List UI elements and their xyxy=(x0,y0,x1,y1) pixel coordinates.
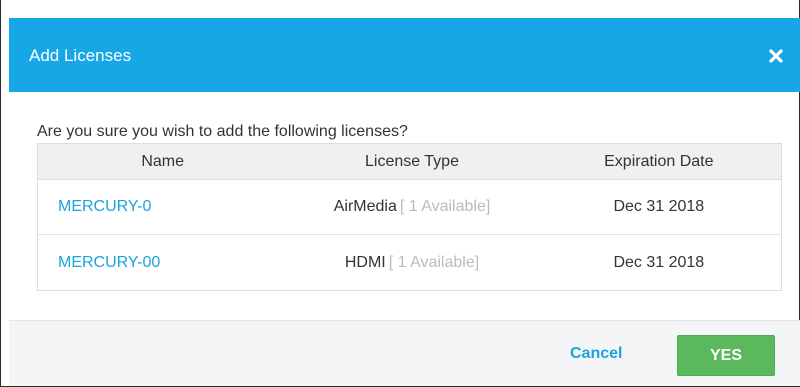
confirmation-prompt: Are you sure you wish to add the followi… xyxy=(37,123,408,140)
dialog-header: Add Licenses xyxy=(9,18,800,92)
available-count: [ 1 Available] xyxy=(399,198,491,215)
available-count: [ 1 Available] xyxy=(388,253,480,271)
license-type-cell: AirMedia [ 1 Available] xyxy=(287,180,536,234)
column-header-expiration-date: Expiration Date xyxy=(604,152,714,170)
table-row: MERCURY-00 HDMI [ 1 Available] Dec 31 20… xyxy=(38,235,781,290)
expiration-date: Dec 31 2018 xyxy=(613,198,705,215)
cancel-button[interactable]: Cancel xyxy=(570,345,622,363)
name-cell: MERCURY-0 xyxy=(38,180,287,234)
expiration-date: Dec 31 2018 xyxy=(613,253,705,271)
license-name-link[interactable]: MERCURY-0 xyxy=(58,198,151,216)
add-licenses-dialog: Add Licenses Are you sure you wish to ad… xyxy=(0,0,800,387)
yes-button[interactable]: YES xyxy=(677,335,775,376)
license-type: HDMI xyxy=(344,253,386,271)
dialog-body: Are you sure you wish to add the followi… xyxy=(37,122,782,142)
name-cell: MERCURY-00 xyxy=(38,235,287,290)
licenses-table: Name License Type Expiration Date MERCUR… xyxy=(37,143,782,291)
license-type-cell: HDMI [ 1 Available] xyxy=(287,235,536,290)
close-icon[interactable] xyxy=(768,48,784,64)
table-row: MERCURY-0 AirMedia [ 1 Available] Dec 31… xyxy=(38,180,781,235)
dialog-title: Add Licenses xyxy=(29,46,132,65)
column-header-name: Name xyxy=(141,152,184,170)
license-type: AirMedia xyxy=(333,198,397,215)
column-header-license-type: License Type xyxy=(364,152,459,170)
dialog-footer: Cancel YES xyxy=(9,320,800,386)
license-name-link[interactable]: MERCURY-00 xyxy=(58,254,160,272)
table-header: Name License Type Expiration Date xyxy=(38,144,781,180)
